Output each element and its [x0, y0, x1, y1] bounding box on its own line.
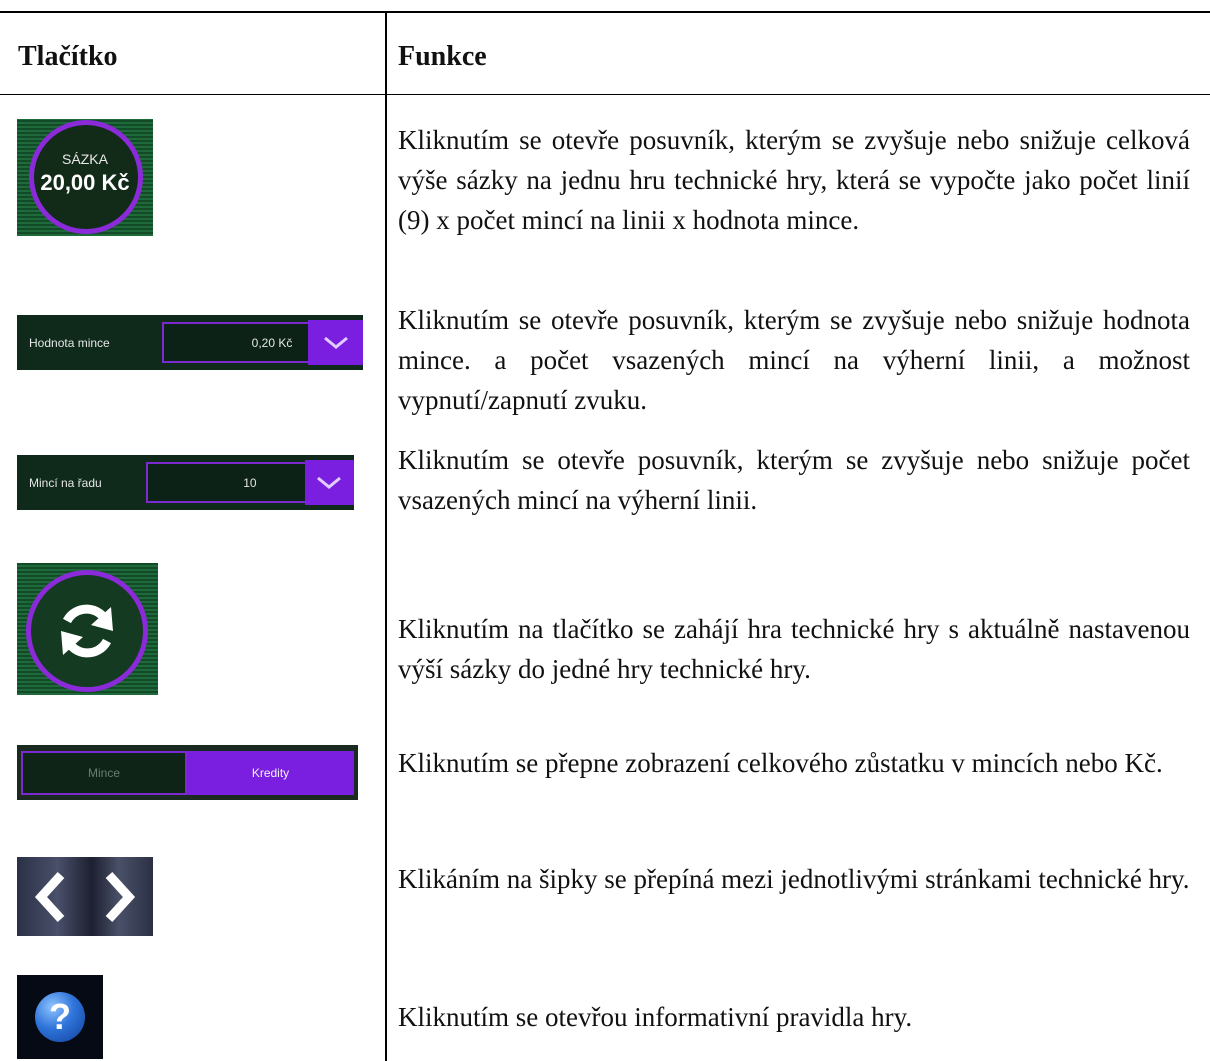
refresh-icon — [61, 604, 113, 658]
row-description-spin: Kliknutím na tlačítko se zahájí hra tech… — [398, 614, 1190, 684]
coins-per-line-field: 10 — [145, 462, 305, 503]
chevron-down-icon — [304, 460, 354, 505]
coins-per-line-slider-image: Mincí na řadu 10 — [17, 455, 354, 510]
row-description-coins-per-line: Kliknutím se otevře posuvník, kterým se … — [398, 445, 1190, 515]
row-description-coin-value: Kliknutím se otevře posuvník, kterým se … — [398, 305, 1190, 415]
row-description-help: Kliknutím se otevřou informativní pravid… — [398, 1002, 913, 1032]
spin-ring — [26, 570, 148, 692]
help-button-image: ? — [17, 975, 103, 1059]
coins-credits-toggle-image: Mince Kredity — [17, 745, 358, 800]
coin-value-label: Hodnota mince — [29, 335, 110, 350]
coin-value-slider-image: Hodnota mince 0,20 Kč — [17, 315, 363, 370]
row-description-arrows: Klikáním na šipky se přepíná mezi jednot… — [398, 864, 1190, 894]
column-header-function: Funkce — [398, 41, 487, 72]
spin-button-image — [17, 563, 158, 695]
table-top-rule — [0, 11, 1210, 13]
coins-per-line-amount: 10 — [243, 475, 257, 490]
question-mark-icon: ? — [35, 992, 85, 1042]
row-description-toggle: Kliknutím se přepne zobrazení celkového … — [398, 748, 1163, 778]
column-header-button: Tlačítko — [18, 41, 118, 72]
row-description-bet: Kliknutím se otevře posuvník, kterým se … — [398, 125, 1190, 235]
table-column-rule — [385, 11, 387, 1061]
bet-amount-button-image: SÁZKA 20,00 Kč — [17, 119, 153, 236]
coins-per-line-label: Mincí na řadu — [29, 475, 102, 490]
toggle-coins: Mince — [21, 750, 187, 795]
coin-value-field: 0,20 Kč — [161, 322, 309, 363]
bet-label: SÁZKA — [62, 151, 108, 167]
table-header-rule — [0, 94, 1210, 95]
chevron-right-icon — [105, 871, 136, 922]
bet-value: 20,00 Kč — [40, 170, 130, 195]
chevron-left-icon — [34, 871, 65, 922]
chevron-down-icon — [308, 320, 363, 365]
toggle-credits: Kredity — [187, 750, 354, 795]
page-arrows-image — [17, 857, 153, 936]
coin-value-amount: 0,20 Kč — [251, 335, 293, 350]
